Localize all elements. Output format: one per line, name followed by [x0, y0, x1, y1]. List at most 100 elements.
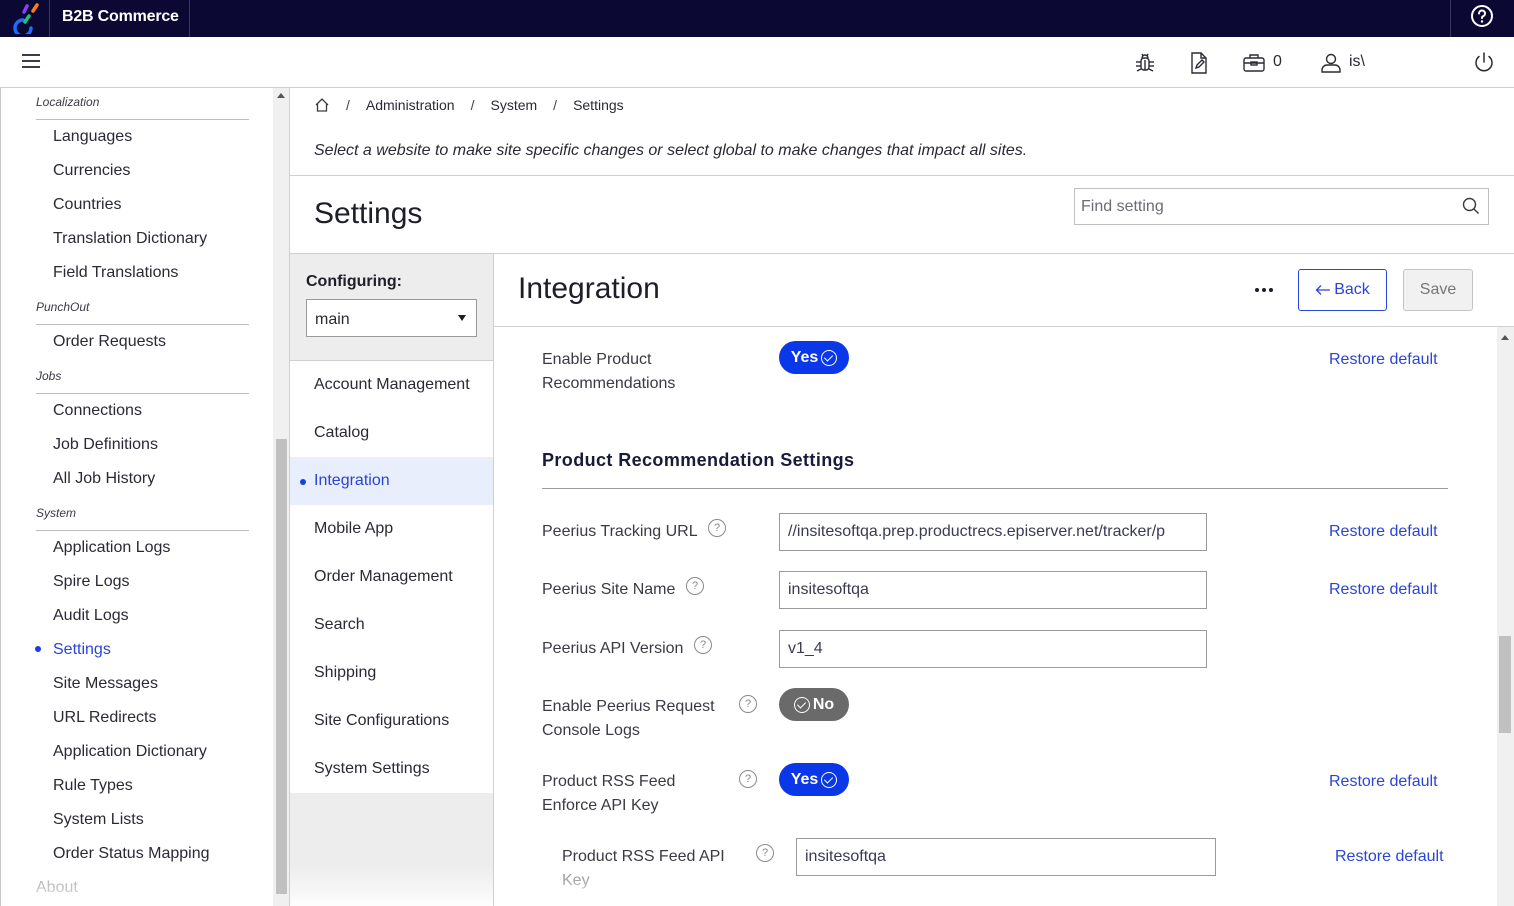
scroll-up-arrow-icon[interactable]: [277, 93, 285, 98]
category-label: Site Configurations: [314, 712, 450, 729]
site-name-input[interactable]: [780, 572, 1206, 608]
nav-item-audit-logs[interactable]: Audit Logs: [53, 607, 129, 625]
nav-item-application-dictionary[interactable]: Application Dictionary: [53, 743, 207, 761]
save-button[interactable]: Save: [1403, 269, 1473, 311]
nav-item-application-logs[interactable]: Application Logs: [53, 539, 170, 557]
left-nav-scrollbar[interactable]: [273, 88, 289, 906]
help-tooltip-icon[interactable]: ?: [739, 695, 757, 713]
help-tooltip-icon[interactable]: ?: [756, 844, 774, 862]
site-name-label: Peerius Site Name: [542, 581, 676, 598]
restore-default-link[interactable]: Restore default: [1335, 848, 1444, 866]
divider: [189, 0, 190, 37]
rss-enforce-label: Product RSS Feed Enforce API Key: [542, 770, 675, 818]
category-shipping[interactable]: Shipping: [290, 649, 493, 697]
more-options-button[interactable]: [1250, 278, 1278, 302]
scroll-up-arrow-icon[interactable]: [1501, 335, 1509, 340]
menu-toggle-button[interactable]: [22, 54, 40, 70]
briefcase-cart-icon[interactable]: [1242, 51, 1266, 75]
nav-item-countries[interactable]: Countries: [53, 196, 121, 214]
hamburger-line: [22, 60, 40, 62]
nav-item-translation-dictionary[interactable]: Translation Dictionary: [53, 230, 207, 248]
tracking-url-input[interactable]: [780, 514, 1206, 550]
back-button[interactable]: Back: [1298, 269, 1387, 311]
category-label: Catalog: [314, 424, 370, 441]
nav-item-rule-types[interactable]: Rule Types: [53, 777, 133, 795]
search-icon[interactable]: [1462, 197, 1480, 215]
breadcrumb-separator: /: [346, 97, 350, 113]
rss-enforce-toggle[interactable]: Yes: [779, 763, 849, 796]
category-integration[interactable]: Integration: [290, 457, 493, 505]
site-name-field: [779, 571, 1207, 609]
breadcrumb-administration[interactable]: Administration: [366, 97, 455, 113]
check-circle-icon: [793, 696, 810, 713]
dot: [1255, 288, 1259, 292]
scroll-fade: [290, 866, 493, 906]
nav-item-site-messages[interactable]: Site Messages: [53, 675, 158, 693]
help-tooltip-icon[interactable]: ?: [739, 770, 757, 788]
power-logout-icon[interactable]: [1472, 51, 1496, 75]
home-icon[interactable]: [314, 97, 330, 113]
content-scrollbar[interactable]: [1497, 327, 1514, 906]
help-tooltip-icon[interactable]: ?: [694, 636, 712, 654]
nav-item-field-translations[interactable]: Field Translations: [53, 264, 178, 282]
category-site-configurations[interactable]: Site Configurations: [290, 697, 493, 745]
divider: [542, 488, 1448, 489]
divider: [290, 175, 1514, 176]
help-tooltip-icon[interactable]: ?: [686, 577, 704, 595]
restore-default-link[interactable]: Restore default: [1329, 773, 1438, 791]
help-tooltip-icon[interactable]: ?: [708, 519, 726, 537]
nav-item-connections[interactable]: Connections: [53, 402, 142, 420]
brand-name: B2B Commerce: [62, 8, 179, 25]
scrollbar-thumb[interactable]: [1499, 636, 1511, 733]
restore-default-link[interactable]: Restore default: [1329, 523, 1438, 541]
label-line: Enable Product: [542, 351, 652, 368]
bug-icon[interactable]: [1133, 51, 1157, 75]
category-search[interactable]: Search: [290, 601, 493, 649]
find-setting-input[interactable]: [1075, 189, 1445, 224]
nav-item-system-lists[interactable]: System Lists: [53, 811, 144, 829]
breadcrumb-system[interactable]: System: [490, 97, 537, 113]
nav-item-order-requests[interactable]: Order Requests: [53, 333, 166, 351]
nav-item-settings[interactable]: Settings: [53, 641, 111, 659]
category-system-settings[interactable]: System Settings: [290, 745, 493, 793]
toolbar: 0 is\: [0, 37, 1514, 88]
help-icon[interactable]: [1470, 4, 1494, 28]
category-catalog[interactable]: Catalog: [290, 409, 493, 457]
app-logo[interactable]: [0, 0, 50, 37]
nav-item-url-redirects[interactable]: URL Redirects: [53, 709, 156, 727]
scrollbar-thumb[interactable]: [276, 439, 287, 894]
document-edit-icon[interactable]: [1187, 51, 1211, 75]
api-version-field: [779, 630, 1207, 668]
restore-default-link[interactable]: Restore default: [1329, 581, 1438, 599]
active-indicator-dot: [35, 646, 41, 652]
user-name[interactable]: is\: [1349, 53, 1365, 71]
website-select[interactable]: main: [306, 299, 477, 337]
rss-key-input[interactable]: [797, 839, 1215, 875]
label-line: Product RSS Feed API: [562, 848, 725, 865]
breadcrumb-settings: Settings: [573, 97, 624, 113]
rss-key-field: [796, 838, 1216, 876]
nav-item-languages[interactable]: Languages: [53, 128, 132, 146]
nav-section-system: System: [36, 506, 77, 520]
api-version-input[interactable]: [780, 631, 1206, 667]
enable-recommendations-toggle[interactable]: Yes: [779, 341, 849, 374]
nav-section-jobs: Jobs: [36, 369, 62, 383]
breadcrumb: / Administration / System / Settings: [314, 97, 624, 113]
divider: [36, 119, 249, 120]
label-line: Enforce API Key: [542, 797, 659, 814]
nav-item-about[interactable]: About: [36, 879, 78, 897]
console-logs-toggle[interactable]: No: [779, 688, 849, 721]
nav-item-all-job-history[interactable]: All Job History: [53, 470, 155, 488]
category-account-management[interactable]: Account Management: [290, 361, 493, 409]
nav-item-order-status-mapping[interactable]: Order Status Mapping: [53, 845, 210, 863]
restore-default-link[interactable]: Restore default: [1329, 351, 1438, 369]
category-order-management[interactable]: Order Management: [290, 553, 493, 601]
nav-item-currencies[interactable]: Currencies: [53, 162, 130, 180]
category-mobile-app[interactable]: Mobile App: [290, 505, 493, 553]
nav-item-spire-logs[interactable]: Spire Logs: [53, 573, 130, 591]
user-icon[interactable]: [1319, 51, 1343, 75]
nav-item-job-definitions[interactable]: Job Definitions: [53, 436, 158, 454]
category-label: Search: [314, 616, 365, 633]
top-header-bar: B2B Commerce: [0, 0, 1514, 37]
check-circle-icon: [821, 771, 838, 788]
